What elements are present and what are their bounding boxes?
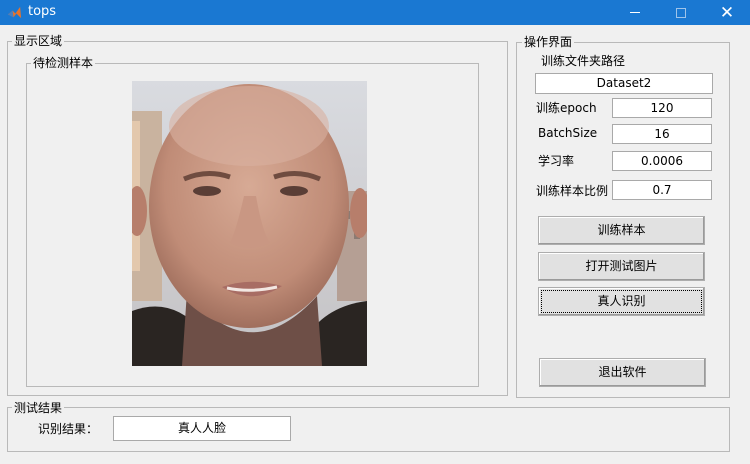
maximize-button[interactable]	[658, 0, 704, 25]
close-icon: ✕	[719, 2, 735, 23]
sample-panel-title: 待检测样本	[31, 56, 96, 70]
ops-panel-title: 操作界面	[522, 35, 575, 49]
ratio-input[interactable]: 0.7	[612, 180, 712, 200]
window-title: tops	[28, 4, 57, 19]
folder-input[interactable]: Dataset2	[535, 73, 713, 94]
lr-input[interactable]: 0.0006	[612, 151, 712, 171]
epoch-label: 训练epoch	[536, 101, 597, 115]
face-photo-graphic	[132, 81, 367, 366]
maximize-icon	[676, 7, 686, 18]
batch-input[interactable]: 16	[612, 124, 712, 144]
lr-label: 学习率	[538, 154, 575, 168]
recognize-button[interactable]: 真人识别	[538, 287, 705, 316]
result-panel-title: 测试结果	[12, 401, 65, 415]
title-bar: tops ✕	[0, 0, 750, 25]
display-panel-title: 显示区域	[12, 34, 65, 48]
train-button[interactable]: 训练样本	[538, 216, 705, 245]
open-test-image-button[interactable]: 打开测试图片	[538, 252, 705, 281]
exit-button[interactable]: 退出软件	[539, 358, 706, 387]
batch-label: BatchSize	[538, 126, 598, 140]
minimize-button[interactable]	[612, 0, 658, 25]
matlab-logo-icon	[7, 6, 22, 19]
ratio-label: 训练样本比例	[536, 184, 609, 198]
folder-label: 训练文件夹路径	[541, 54, 626, 68]
result-label: 识别结果：	[38, 422, 99, 436]
minimize-icon	[630, 12, 640, 13]
result-output: 真人人脸	[113, 416, 291, 441]
epoch-input[interactable]: 120	[612, 98, 712, 118]
sample-face-image	[132, 81, 367, 366]
close-button[interactable]: ✕	[704, 0, 750, 25]
